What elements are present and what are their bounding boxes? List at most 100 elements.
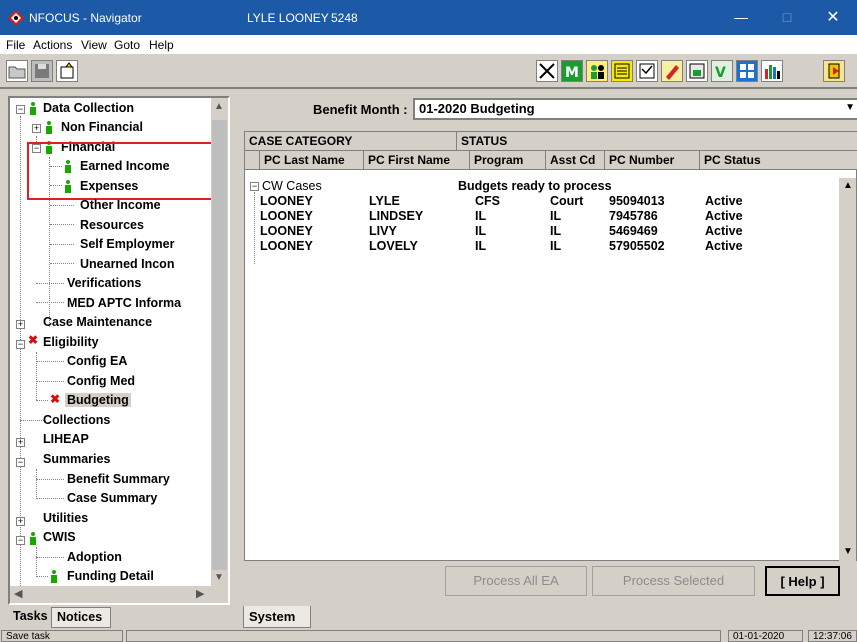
column-pc-status[interactable]: PC Status <box>700 151 857 170</box>
expand-toggle[interactable]: + <box>16 320 25 329</box>
tree-item-budgeting[interactable]: Budgeting <box>65 393 131 407</box>
message-icon[interactable]: M <box>561 60 583 82</box>
green-person-icon <box>30 532 36 545</box>
verify-icon[interactable]: V <box>711 60 733 82</box>
title-bar: NFOCUS - Navigator LYLE LOONEY 5248 — □ … <box>0 0 857 35</box>
notes-icon[interactable] <box>611 60 633 82</box>
expand-toggle[interactable]: + <box>16 438 25 447</box>
document-icon[interactable] <box>636 60 658 82</box>
people-icon[interactable] <box>586 60 608 82</box>
tree-item-collections[interactable]: Collections <box>43 413 110 427</box>
reports-icon[interactable] <box>536 60 558 82</box>
status-bar: Save task 01-01-2020 12:37:06 <box>0 629 857 642</box>
tree-item-resources[interactable]: Resources <box>80 218 144 232</box>
expand-toggle[interactable]: + <box>16 517 25 526</box>
cell-last-name: LOONEY <box>260 239 313 253</box>
scroll-thumb[interactable] <box>212 120 227 570</box>
cell-pc-status: Active <box>705 194 743 208</box>
case-grid: CASE CATEGORY STATUS PC Last Name PC Fir… <box>244 131 857 561</box>
user-name: LYLE LOONEY <box>247 11 329 25</box>
collapse-toggle[interactable]: − <box>250 182 259 191</box>
tab-tasks[interactable]: Tasks <box>8 607 54 628</box>
tab-notices[interactable]: Notices <box>51 607 111 628</box>
green-person-icon <box>30 102 36 115</box>
tree-item-summaries[interactable]: Summaries <box>43 452 110 466</box>
tree-item-eligibility[interactable]: Eligibility <box>43 335 99 349</box>
menu-view[interactable]: View <box>81 38 107 52</box>
budget-icon[interactable] <box>686 60 708 82</box>
help-button[interactable]: [ Help ] <box>765 566 840 596</box>
chevron-down-icon[interactable]: ▼ <box>845 102 855 113</box>
menu-actions[interactable]: Actions <box>33 38 72 52</box>
process-selected-button[interactable]: Process Selected <box>592 566 755 596</box>
cell-program: IL <box>475 224 487 238</box>
header-case-category[interactable]: CASE CATEGORY <box>245 132 457 151</box>
scroll-right-icon[interactable]: ▶ <box>196 587 204 600</box>
column-pc-last-name[interactable]: PC Last Name <box>260 151 364 170</box>
cell-program: IL <box>475 239 487 253</box>
tree-horizontal-scrollbar[interactable]: ◀ ▶ <box>10 586 228 603</box>
tree-vertical-scrollbar[interactable]: ▲ ▼ <box>211 98 228 588</box>
save-icon[interactable] <box>31 60 53 82</box>
scroll-down-icon[interactable]: ▼ <box>214 572 224 583</box>
scroll-down-icon[interactable]: ▼ <box>843 546 853 557</box>
close-button[interactable]: ✕ <box>810 0 856 35</box>
tree-item-cwis[interactable]: CWIS <box>43 530 76 544</box>
cell-pc-status: Active <box>705 224 743 238</box>
cell-pc-status: Active <box>705 239 743 253</box>
grid-vertical-scrollbar[interactable]: ▲ ▼ <box>839 178 856 561</box>
tab-system[interactable]: System <box>243 606 311 628</box>
collapse-toggle[interactable]: − <box>16 340 25 349</box>
status-spacer <box>126 630 721 642</box>
tree-item-non-financial[interactable]: Non Financial <box>61 120 143 134</box>
collapse-toggle[interactable]: − <box>16 105 25 114</box>
tree-item-case-maintenance[interactable]: Case Maintenance <box>43 315 152 329</box>
cell-pc-status: Active <box>705 209 743 223</box>
tree-item-other-income[interactable]: Other Income <box>80 198 161 212</box>
column-program[interactable]: Program <box>470 151 546 170</box>
pencil-icon[interactable] <box>661 60 683 82</box>
tree-item-config-ea[interactable]: Config EA <box>67 354 127 368</box>
navigation-tree: − Data Collection + Non Financial − Fina… <box>8 96 230 605</box>
column-asst-cd[interactable]: Asst Cd <box>546 151 605 170</box>
tree-item-data-collection[interactable]: Data Collection <box>43 101 134 115</box>
menu-goto[interactable]: Goto <box>114 38 140 52</box>
tree-item-verifications[interactable]: Verifications <box>67 276 141 290</box>
collapse-toggle[interactable]: − <box>16 536 25 545</box>
svg-text:V: V <box>715 65 726 81</box>
chart-icon[interactable] <box>761 60 783 82</box>
tree-item-case-summary[interactable]: Case Summary <box>67 491 157 505</box>
cell-pc-number: 5469469 <box>609 224 658 238</box>
process-all-ea-button[interactable]: Process All EA <box>445 566 587 596</box>
scroll-up-icon[interactable]: ▲ <box>214 101 224 112</box>
column-pc-first-name[interactable]: PC First Name <box>364 151 470 170</box>
benefit-month-select[interactable]: 01-2020 Budgeting ▼ <box>413 98 857 120</box>
new-icon[interactable] <box>56 60 78 82</box>
main-panel: Benefit Month : 01-2020 Budgeting ▼ CASE… <box>237 92 857 605</box>
column-pc-number[interactable]: PC Number <box>605 151 700 170</box>
open-folder-icon[interactable] <box>6 60 28 82</box>
cell-last-name: LOONEY <box>260 209 313 223</box>
scroll-up-icon[interactable]: ▲ <box>843 180 853 191</box>
tree-item-utilities[interactable]: Utilities <box>43 511 88 525</box>
tree-item-liheap[interactable]: LIHEAP <box>43 432 89 446</box>
expand-toggle[interactable]: + <box>32 124 41 133</box>
minimize-button[interactable]: — <box>718 0 764 35</box>
collapse-toggle[interactable]: − <box>16 458 25 467</box>
group-name[interactable]: CW Cases <box>262 179 322 193</box>
grid-icon[interactable] <box>736 60 758 82</box>
menu-help[interactable]: Help <box>149 38 174 52</box>
header-status[interactable]: STATUS <box>457 132 857 151</box>
scroll-left-icon[interactable]: ◀ <box>14 587 22 600</box>
tree-item-config-med[interactable]: Config Med <box>67 374 135 388</box>
exit-icon[interactable] <box>823 60 845 82</box>
tree-item-self-employment[interactable]: Self Employmer <box>80 237 174 251</box>
tree-item-adoption[interactable]: Adoption <box>67 550 122 564</box>
menu-file[interactable]: File <box>6 38 25 52</box>
toolbar: M V <box>0 56 857 89</box>
tree-item-funding-detail[interactable]: Funding Detail <box>67 569 154 583</box>
tree-item-unearned-income[interactable]: Unearned Incon <box>80 257 174 271</box>
tree-item-benefit-summary[interactable]: Benefit Summary <box>67 472 170 486</box>
maximize-button[interactable]: □ <box>764 0 810 35</box>
tree-item-med-aptc[interactable]: MED APTC Informa <box>67 296 181 310</box>
